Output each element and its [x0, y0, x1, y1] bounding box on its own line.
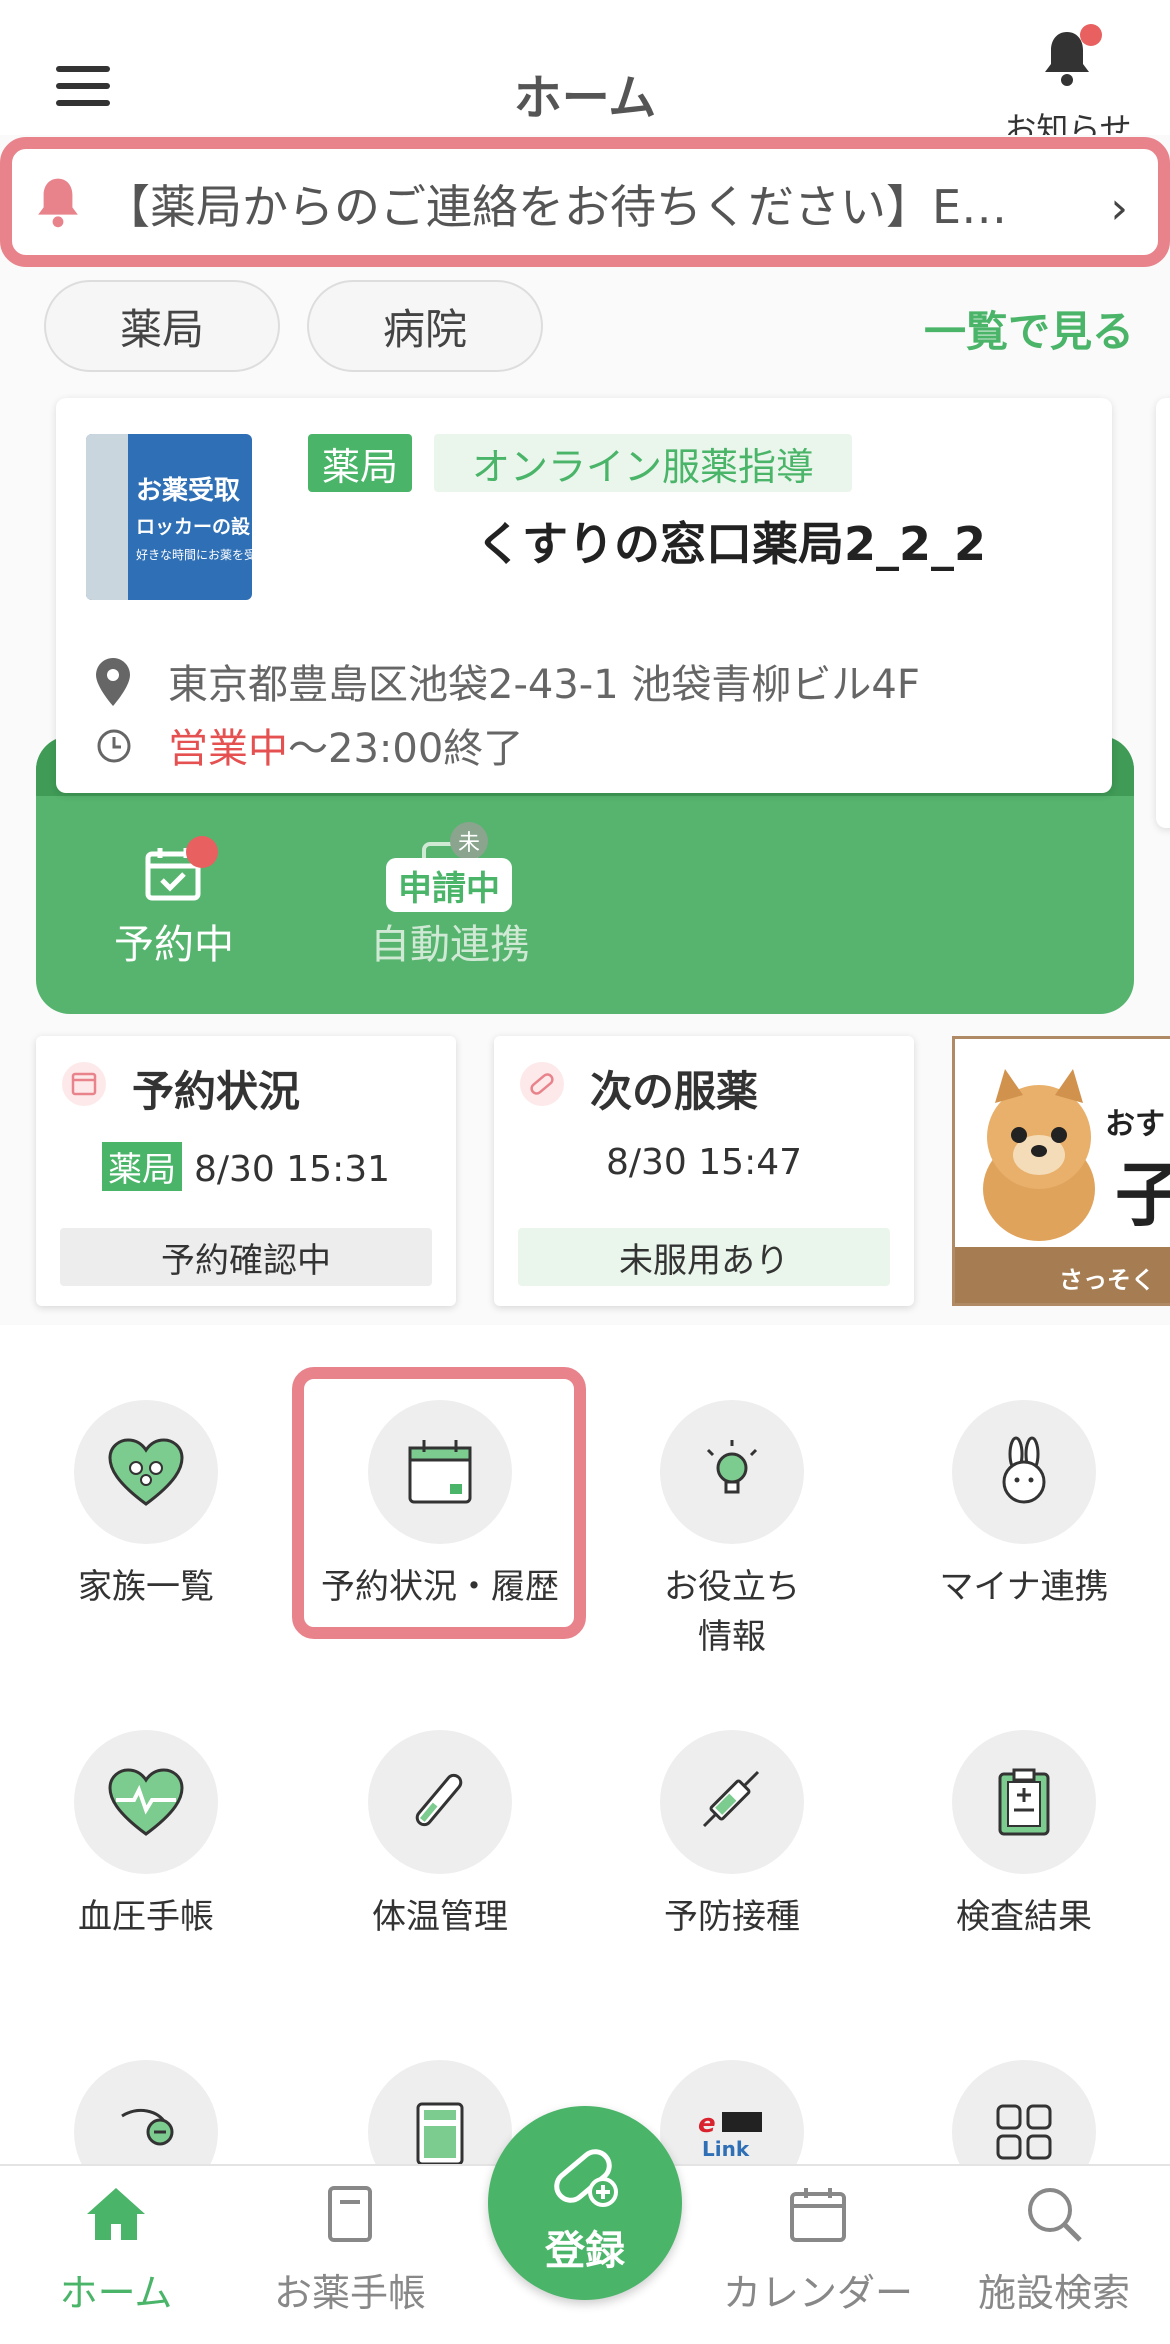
- menu-family-list[interactable]: 家族一覧: [16, 1400, 276, 1650]
- menu-label-test-results: 検査結果: [956, 1897, 1092, 1937]
- menu-label-myna: マイナ連携: [939, 1567, 1109, 1607]
- nav-calendar-label: カレンダー: [722, 2271, 913, 2315]
- nav-calendar[interactable]: カレンダー: [718, 2176, 918, 2326]
- facility-thumbnail: お薬受取 ロッカーの設 好きな時間にお薬を受: [86, 434, 252, 600]
- reservation-label: 予約中: [114, 922, 234, 968]
- ad-footer-text: さっそく: [1059, 1266, 1155, 1294]
- reservation-alert-dot: [186, 836, 218, 868]
- dog-image: [983, 1069, 1095, 1241]
- menu-label-useful-info: お役立ち 情報: [664, 1567, 800, 1657]
- shrimp-icon: [121, 2108, 174, 2146]
- pill-icon: [520, 1062, 564, 1106]
- calendar-icon: [62, 1062, 106, 1106]
- nav-home[interactable]: ホーム: [16, 2176, 216, 2326]
- clock-icon: [97, 729, 131, 763]
- syringe-icon: [702, 1770, 760, 1828]
- notifications-button[interactable]: お知らせ: [998, 22, 1138, 135]
- notebook-icon: [328, 2186, 372, 2242]
- lightbulb-icon: [706, 1440, 758, 1494]
- facility-address: 東京都豊島区池袋2-43-1 池袋青柳ビル4F: [168, 662, 920, 708]
- nav-notebook-label: お薬手帳: [273, 2271, 426, 2315]
- location-pin-icon: [96, 658, 130, 706]
- menu-vaccination[interactable]: 予防接種: [602, 1730, 862, 1980]
- calculator-icon: [416, 2102, 464, 2166]
- register-fab[interactable]: 登録: [488, 2106, 682, 2300]
- search-icon: [1028, 2188, 1082, 2242]
- svg-text:e: e: [698, 2109, 716, 2139]
- filter-chip-pharmacy[interactable]: 薬局: [44, 280, 280, 372]
- menu-blood-pressure[interactable]: 血圧手帳: [16, 1730, 276, 1980]
- family-heart-icon: [108, 1438, 184, 1506]
- facility-name: くすりの窓口薬局2_2_2: [476, 517, 987, 571]
- highlight-box: [292, 1367, 586, 1639]
- page-title: ホーム: [513, 70, 657, 126]
- home-icon: [87, 2188, 145, 2240]
- nav-medicine-notebook[interactable]: お薬手帳: [250, 2176, 450, 2326]
- app-header: ホーム お知らせ: [0, 0, 1170, 135]
- clipboard-icon: [998, 1768, 1050, 1836]
- menu-label-blood-pressure: 血圧手帳: [78, 1897, 214, 1937]
- open-status: 営業中: [168, 726, 288, 772]
- auto-link-button[interactable]: 未 申請中 自動連携: [360, 822, 540, 994]
- menu-label-temperature: 体温管理: [372, 1897, 508, 1937]
- medication-status-badge: 未服用あり: [518, 1228, 890, 1286]
- thermometer-icon: [415, 1773, 463, 1827]
- facility-type-tag: 薬局: [308, 434, 413, 492]
- nav-facility-search[interactable]: 施設検索: [954, 2176, 1154, 2326]
- heart-pulse-icon: [108, 1768, 184, 1836]
- facility-card[interactable]: お薬受取 ロッカーの設 好きな時間にお薬を受 薬局 オンライン服薬指導 くすりの…: [56, 398, 1112, 793]
- reservation-status-card[interactable]: 予約状況 薬局 8/30 15:31 予約確認中: [36, 1036, 456, 1306]
- reservation-status-title: 予約状況: [132, 1067, 301, 1116]
- auto-link-label: 自動連携: [370, 922, 530, 968]
- notice-text: 【薬局からのご連絡をお待ちください】E…: [104, 180, 1008, 234]
- next-medication-card[interactable]: 次の服薬 8/30 15:47 未服用あり: [494, 1036, 914, 1306]
- next-facility-card[interactable]: [1156, 398, 1170, 828]
- pending-badge: 申請中: [386, 858, 512, 912]
- grid-icon: [996, 2104, 1052, 2160]
- reservation-status-badge: 予約確認中: [60, 1228, 432, 1286]
- menu-useful-info[interactable]: お役立ち 情報: [602, 1400, 862, 1657]
- notification-dot: [1080, 24, 1102, 46]
- svg-text:Link: Link: [702, 2137, 750, 2161]
- next-medication-title: 次の服薬: [590, 1067, 759, 1116]
- ad-banner[interactable]: おす 子 さっそく: [952, 1036, 1170, 1306]
- medication-datetime: 8/30 15:47: [605, 1142, 803, 1183]
- online-service-tag: オンライン服薬指導: [434, 434, 853, 492]
- nav-search-label: 施設検索: [977, 2271, 1130, 2315]
- notification-label: お知らせ: [1004, 110, 1132, 135]
- reservation-type-tag: 薬局: [101, 1142, 182, 1191]
- reservation-datetime: 8/30 15:31: [193, 1149, 391, 1190]
- unread-badge: 未: [450, 822, 488, 860]
- menu-label-family: 家族一覧: [78, 1567, 214, 1607]
- reservation-button[interactable]: 予約中: [104, 834, 244, 994]
- calendar-icon: [790, 2188, 846, 2242]
- ad-text-1: おす: [1105, 1107, 1165, 1142]
- closing-time: 〜23:00終了: [288, 726, 524, 772]
- pill-plus-icon: [554, 2149, 618, 2207]
- chevron-right-icon: ›: [1110, 183, 1128, 234]
- menu-myna-link[interactable]: マイナ連携: [894, 1400, 1154, 1650]
- nav-home-label: ホーム: [59, 2271, 173, 2315]
- register-label: 登録: [545, 2228, 625, 2274]
- notice-bell-icon: [38, 178, 78, 228]
- see-all-link[interactable]: 一覧で見る: [924, 298, 1134, 359]
- ad-text-2: 子: [1115, 1139, 1170, 1240]
- menu-label-vaccination: 予防接種: [664, 1897, 800, 1937]
- notice-banner[interactable]: 【薬局からのご連絡をお待ちください】E… ›: [0, 137, 1170, 267]
- business-hours: 営業中〜23:00終了: [168, 716, 523, 774]
- menu-temperature[interactable]: 体温管理: [310, 1730, 570, 1980]
- reservation-datetime-row: 薬局 8/30 15:31: [36, 1142, 456, 1191]
- e-yaku-link-icon: e Link: [698, 2109, 762, 2161]
- filter-chip-hospital[interactable]: 病院: [307, 280, 543, 372]
- rabbit-icon: [1002, 1436, 1046, 1504]
- menu-test-results[interactable]: 検査結果: [894, 1730, 1154, 1980]
